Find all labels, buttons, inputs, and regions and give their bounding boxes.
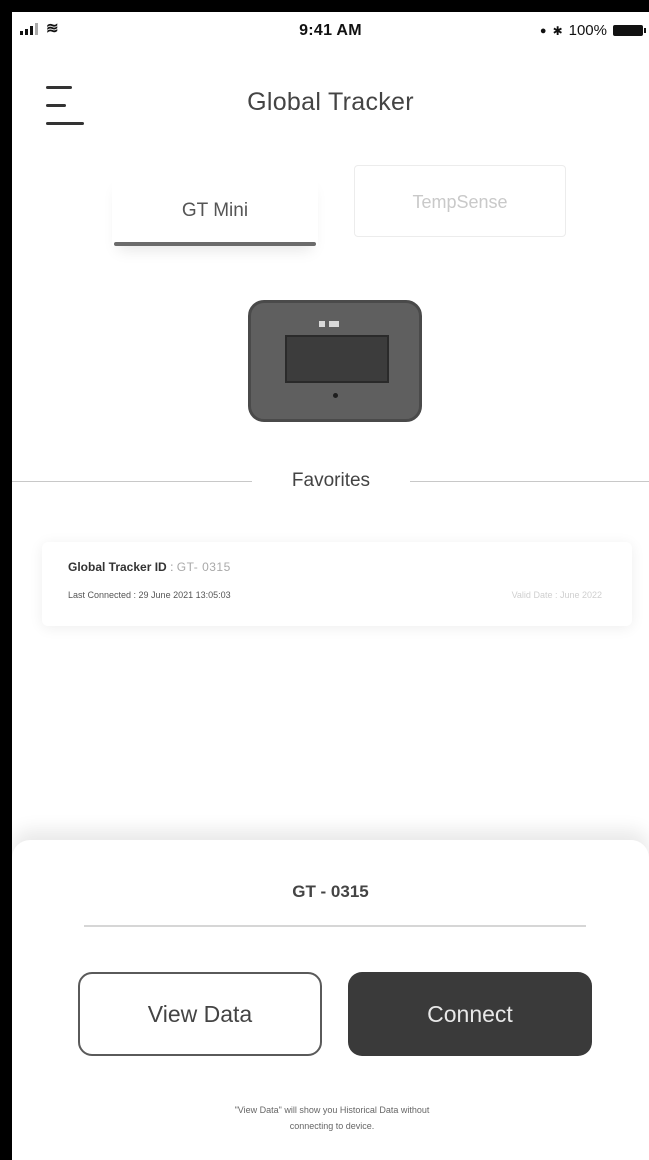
tracker-id-row: Global Tracker ID : GT- 0315 <box>68 560 231 574</box>
device-action-sheet: GT - 0315 View Data Connect "View Data" … <box>12 840 649 1160</box>
hint-line: "View Data" will show you Historical Dat… <box>234 1105 430 1115</box>
divider <box>84 925 586 927</box>
app-screen: ≋ 9:41 AM ● ✱ 100% Global Tracker GT Min… <box>12 12 649 1160</box>
view-data-hint: "View Data" will show you Historical Dat… <box>132 1102 532 1134</box>
tab-active-indicator <box>114 242 316 246</box>
battery-icon <box>613 25 646 36</box>
last-connected-text: Last Connected : 29 June 2021 13:05:03 <box>68 590 231 600</box>
divider <box>410 481 649 482</box>
device-screen <box>285 335 389 383</box>
connect-button[interactable]: Connect <box>348 972 592 1056</box>
bluetooth-icon: ✱ <box>552 23 563 38</box>
status-right: ● ✱ 100% <box>539 22 646 39</box>
favorite-tracker-card[interactable]: Global Tracker ID : GT- 0315 Last Connec… <box>42 542 632 626</box>
tracker-id-separator: : <box>170 560 174 574</box>
hint-line: connecting to device. <box>289 1121 375 1131</box>
tab-gt-mini[interactable]: GT Mini <box>112 174 318 246</box>
device-button <box>333 393 338 398</box>
tab-tempsense[interactable]: TempSense <box>354 165 566 237</box>
favorites-heading: Favorites <box>291 470 371 491</box>
device-indicator-lights <box>319 321 341 327</box>
status-bar: ≋ 9:41 AM ● ✱ 100% <box>12 12 649 52</box>
tracker-id-label: Global Tracker ID <box>68 560 167 574</box>
valid-date-text: Valid Date : June 2022 <box>511 590 602 600</box>
page-title: Global Tracker <box>247 88 414 116</box>
tab-label: GT Mini <box>181 200 249 221</box>
divider <box>12 481 252 482</box>
tab-label: TempSense <box>412 192 508 212</box>
alarm-icon: ● <box>539 24 547 37</box>
tracker-id-value: GT- 0315 <box>176 560 231 574</box>
battery-percent: 100% <box>568 22 607 39</box>
device-image <box>248 300 422 422</box>
view-data-button[interactable]: View Data <box>78 972 322 1056</box>
selected-device-title: GT - 0315 <box>292 882 369 901</box>
